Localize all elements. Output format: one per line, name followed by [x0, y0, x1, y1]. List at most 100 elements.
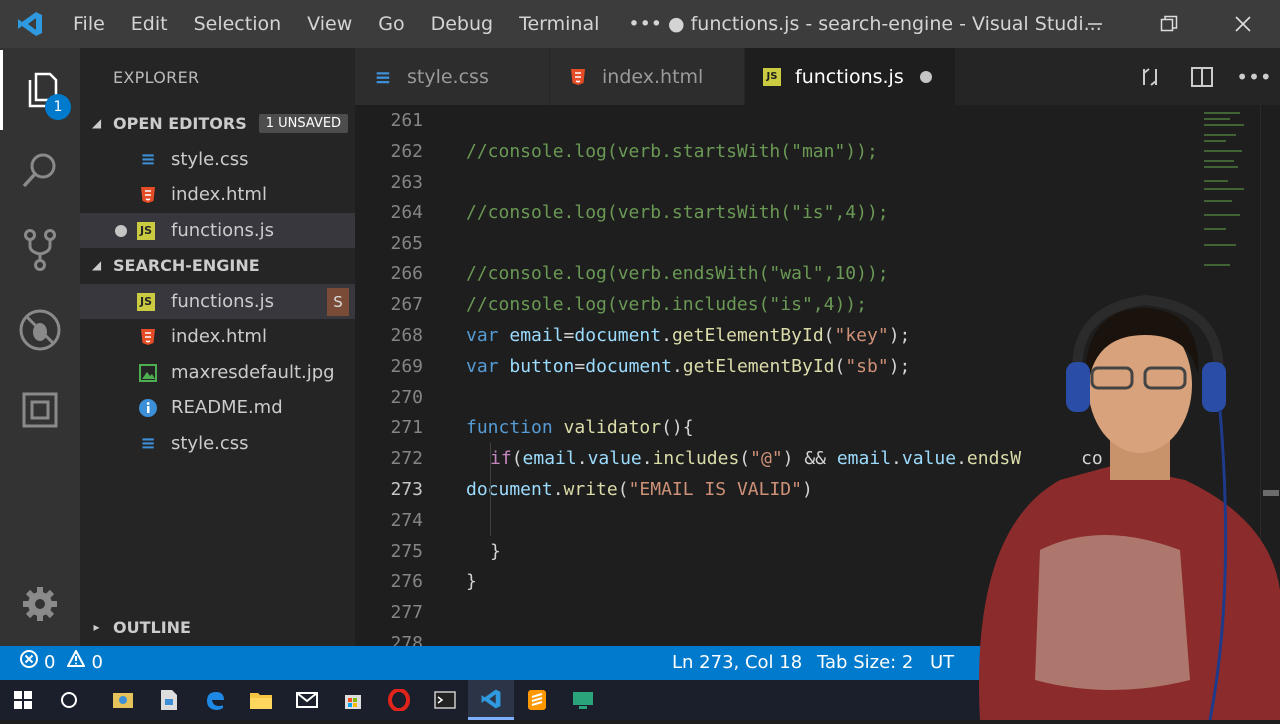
taskbar-app-icon[interactable]: [100, 680, 146, 720]
close-icon[interactable]: [1206, 0, 1280, 48]
indent-guide: [490, 443, 491, 536]
js-file-icon: JS: [763, 67, 781, 86]
code-line: //console.log(verb.startsWith("man"));: [466, 141, 878, 162]
code-line: //console.log(verb.includes("is",4));: [466, 294, 867, 315]
open-editor-item-active[interactable]: JS functions.js: [80, 213, 355, 248]
tab-label: functions.js: [795, 65, 904, 88]
error-count: 0: [44, 652, 56, 673]
line-number: 266: [390, 263, 423, 284]
more-actions-icon[interactable]: •••: [1228, 65, 1280, 89]
open-editor-item[interactable]: ≡ style.css: [80, 142, 355, 177]
window-title: ● functions.js - search-engine - Visual …: [668, 13, 1102, 35]
project-label: SEARCH-ENGINE: [113, 255, 260, 275]
chevron-down-icon: ◢: [91, 116, 102, 130]
js-file-icon: JS: [137, 221, 155, 240]
code-line: //console.log(verb.endsWith("wal",10));: [466, 263, 889, 284]
menu-view[interactable]: View: [294, 0, 365, 48]
search-icon[interactable]: [0, 130, 80, 210]
menu-selection[interactable]: Selection: [181, 0, 295, 48]
line-number: 274: [390, 510, 423, 531]
tree-item[interactable]: ≡ style.css: [80, 426, 355, 461]
line-number: 277: [390, 602, 423, 623]
html-file-icon: [137, 326, 159, 348]
outline-header[interactable]: ▸ OUTLINE: [80, 610, 355, 644]
file-name: functions.js: [171, 220, 275, 241]
tree-item[interactable]: maxresdefault.jpg: [80, 355, 355, 390]
menu-debug[interactable]: Debug: [418, 0, 506, 48]
split-editor-icon[interactable]: [1176, 66, 1228, 87]
explorer-badge: 1: [45, 94, 71, 120]
line-number: 272: [390, 448, 423, 469]
open-changes-icon[interactable]: [1124, 66, 1176, 88]
minimize-icon[interactable]: [1058, 0, 1132, 48]
tab-label: index.html: [602, 65, 704, 88]
line-number: 276: [390, 571, 423, 592]
line-number: 278: [390, 633, 423, 646]
tab-style-css[interactable]: ≡ style.css: [355, 48, 550, 105]
menu-more[interactable]: •••: [612, 0, 675, 48]
restore-icon[interactable]: [1132, 0, 1206, 48]
html-file-icon: [137, 184, 159, 206]
open-editors-header[interactable]: ◢ OPEN EDITORS 1 UNSAVED: [80, 106, 355, 140]
line-number: 271: [390, 417, 423, 438]
line-number: 263: [390, 172, 423, 193]
edge-browser-icon[interactable]: [192, 680, 238, 720]
vscode-taskbar-icon[interactable]: [468, 680, 514, 720]
explorer-sidebar: EXPLORER ◢ OPEN EDITORS 1 UNSAVED ≡ styl…: [80, 48, 355, 646]
extensions-icon[interactable]: [0, 370, 80, 450]
remote-desktop-icon[interactable]: [560, 680, 606, 720]
explorer-icon[interactable]: 1: [0, 50, 80, 130]
window-controls: [1058, 0, 1280, 48]
editor-actions: •••: [1124, 48, 1280, 105]
file-explorer-icon[interactable]: [238, 680, 284, 720]
store-icon[interactable]: [330, 680, 376, 720]
source-control-icon[interactable]: [0, 210, 80, 290]
sublime-text-icon[interactable]: [514, 680, 560, 720]
taskbar-file-icon[interactable]: [146, 680, 192, 720]
unsaved-dot-icon[interactable]: [919, 70, 932, 83]
activity-bar: 1: [0, 48, 80, 646]
file-name: index.html: [171, 184, 267, 205]
open-editor-item[interactable]: index.html: [80, 177, 355, 212]
explorer-title: EXPLORER: [113, 68, 200, 87]
html-file-icon: [568, 67, 588, 87]
info-file-icon: [137, 397, 159, 419]
file-name: README.md: [171, 397, 283, 418]
menu-terminal[interactable]: Terminal: [506, 0, 612, 48]
windows-start-icon[interactable]: [0, 680, 46, 720]
tab-size[interactable]: Tab Size: 2: [817, 646, 913, 680]
line-number: 269: [390, 356, 423, 377]
line-number: 268: [390, 325, 423, 346]
code-line: //console.log(verb.startsWith("is",4));: [466, 202, 889, 223]
problems-indicator[interactable]: 0 0: [20, 646, 103, 680]
cortana-search-icon[interactable]: [46, 680, 92, 720]
code-line: function validator(){: [466, 417, 694, 438]
css-file-icon: ≡: [140, 433, 156, 454]
chevron-right-icon: ▸: [93, 620, 100, 634]
cursor-position[interactable]: Ln 273, Col 18: [672, 646, 802, 680]
file-name: index.html: [171, 326, 267, 347]
menu-file[interactable]: File: [60, 0, 118, 48]
line-number: 264: [390, 202, 423, 223]
settings-gear-icon[interactable]: [0, 564, 80, 644]
menu-edit[interactable]: Edit: [118, 0, 181, 48]
js-file-icon: JS: [137, 292, 155, 311]
tab-index-html[interactable]: index.html: [550, 48, 745, 105]
title-bar: File Edit Selection View Go Debug Termin…: [0, 0, 1280, 48]
mail-icon[interactable]: [284, 680, 330, 720]
debug-icon[interactable]: [0, 290, 80, 370]
terminal-icon[interactable]: [422, 680, 468, 720]
opera-browser-icon[interactable]: [376, 680, 422, 720]
tab-functions-js[interactable]: JS functions.js: [745, 48, 956, 105]
tree-item[interactable]: README.md: [80, 390, 355, 425]
tree-item-active[interactable]: JS functions.js S: [80, 284, 355, 319]
vscode-logo-icon: [0, 0, 60, 48]
file-name: functions.js: [171, 291, 275, 312]
chevron-down-icon: ◢: [91, 258, 102, 272]
line-number: 270: [390, 387, 423, 408]
tree-item[interactable]: index.html: [80, 319, 355, 354]
menu-go[interactable]: Go: [365, 0, 417, 48]
project-header[interactable]: ◢ SEARCH-ENGINE: [80, 248, 355, 282]
webcam-presenter-image: [940, 290, 1280, 721]
file-name: style.css: [171, 433, 249, 454]
